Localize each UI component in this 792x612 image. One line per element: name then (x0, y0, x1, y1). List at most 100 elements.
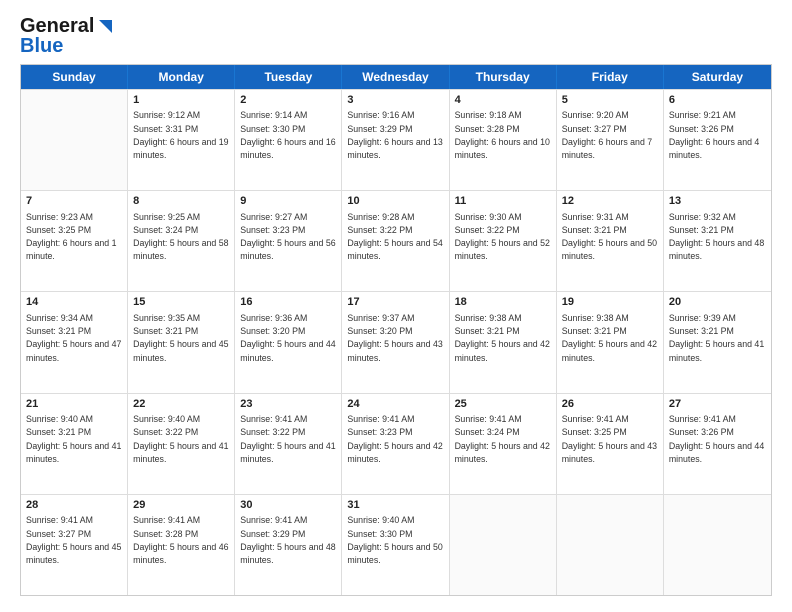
cal-cell: 27 Sunrise: 9:41 AMSunset: 3:26 PMDaylig… (664, 394, 771, 494)
day-number: 21 (26, 397, 122, 412)
cal-cell: 22 Sunrise: 9:40 AMSunset: 3:22 PMDaylig… (128, 394, 235, 494)
day-number: 24 (347, 397, 443, 412)
sunrise-info: Sunrise: 9:38 AMSunset: 3:21 PMDaylight:… (455, 313, 550, 363)
day-number: 29 (133, 498, 229, 513)
cal-cell: 11 Sunrise: 9:30 AMSunset: 3:22 PMDaylig… (450, 191, 557, 291)
day-number: 1 (133, 93, 229, 108)
day-number: 11 (455, 194, 551, 209)
header: General Blue (20, 16, 772, 56)
logo-general-text: General (20, 16, 94, 36)
day-header-friday: Friday (557, 65, 664, 89)
cal-cell: 28 Sunrise: 9:41 AMSunset: 3:27 PMDaylig… (21, 495, 128, 595)
cal-cell: 26 Sunrise: 9:41 AMSunset: 3:25 PMDaylig… (557, 394, 664, 494)
sunrise-info: Sunrise: 9:41 AMSunset: 3:26 PMDaylight:… (669, 414, 764, 464)
sunrise-info: Sunrise: 9:25 AMSunset: 3:24 PMDaylight:… (133, 212, 228, 262)
cal-cell: 16 Sunrise: 9:36 AMSunset: 3:20 PMDaylig… (235, 292, 342, 392)
cal-cell: 14 Sunrise: 9:34 AMSunset: 3:21 PMDaylig… (21, 292, 128, 392)
sunrise-info: Sunrise: 9:20 AMSunset: 3:27 PMDaylight:… (562, 110, 652, 160)
sunrise-info: Sunrise: 9:41 AMSunset: 3:22 PMDaylight:… (240, 414, 335, 464)
day-number: 22 (133, 397, 229, 412)
sunrise-info: Sunrise: 9:28 AMSunset: 3:22 PMDaylight:… (347, 212, 442, 262)
day-number: 13 (669, 194, 766, 209)
cal-cell: 17 Sunrise: 9:37 AMSunset: 3:20 PMDaylig… (342, 292, 449, 392)
day-number: 14 (26, 295, 122, 310)
day-number: 27 (669, 397, 766, 412)
cal-cell (21, 90, 128, 190)
day-number: 16 (240, 295, 336, 310)
cal-cell: 12 Sunrise: 9:31 AMSunset: 3:21 PMDaylig… (557, 191, 664, 291)
sunrise-info: Sunrise: 9:41 AMSunset: 3:27 PMDaylight:… (26, 515, 121, 565)
logo-blue-text: Blue (20, 36, 112, 56)
cal-cell: 3 Sunrise: 9:16 AMSunset: 3:29 PMDayligh… (342, 90, 449, 190)
week-row-3: 14 Sunrise: 9:34 AMSunset: 3:21 PMDaylig… (21, 291, 771, 392)
sunrise-info: Sunrise: 9:18 AMSunset: 3:28 PMDaylight:… (455, 110, 550, 160)
sunrise-info: Sunrise: 9:23 AMSunset: 3:25 PMDaylight:… (26, 212, 116, 262)
calendar-header-row: SundayMondayTuesdayWednesdayThursdayFrid… (21, 65, 771, 89)
day-number: 10 (347, 194, 443, 209)
logo-arrow-icon (96, 20, 112, 33)
day-number: 9 (240, 194, 336, 209)
cal-cell: 10 Sunrise: 9:28 AMSunset: 3:22 PMDaylig… (342, 191, 449, 291)
sunrise-info: Sunrise: 9:32 AMSunset: 3:21 PMDaylight:… (669, 212, 764, 262)
cal-cell: 29 Sunrise: 9:41 AMSunset: 3:28 PMDaylig… (128, 495, 235, 595)
day-number: 25 (455, 397, 551, 412)
sunrise-info: Sunrise: 9:41 AMSunset: 3:29 PMDaylight:… (240, 515, 335, 565)
day-number: 20 (669, 295, 766, 310)
day-number: 18 (455, 295, 551, 310)
sunrise-info: Sunrise: 9:37 AMSunset: 3:20 PMDaylight:… (347, 313, 442, 363)
cal-cell (664, 495, 771, 595)
cal-cell: 5 Sunrise: 9:20 AMSunset: 3:27 PMDayligh… (557, 90, 664, 190)
day-number: 4 (455, 93, 551, 108)
cal-cell: 2 Sunrise: 9:14 AMSunset: 3:30 PMDayligh… (235, 90, 342, 190)
sunrise-info: Sunrise: 9:41 AMSunset: 3:28 PMDaylight:… (133, 515, 228, 565)
sunrise-info: Sunrise: 9:35 AMSunset: 3:21 PMDaylight:… (133, 313, 228, 363)
day-header-monday: Monday (128, 65, 235, 89)
day-number: 2 (240, 93, 336, 108)
cal-cell (450, 495, 557, 595)
day-header-saturday: Saturday (664, 65, 771, 89)
cal-cell: 1 Sunrise: 9:12 AMSunset: 3:31 PMDayligh… (128, 90, 235, 190)
week-row-4: 21 Sunrise: 9:40 AMSunset: 3:21 PMDaylig… (21, 393, 771, 494)
logo: General Blue (20, 16, 112, 56)
day-number: 31 (347, 498, 443, 513)
day-number: 30 (240, 498, 336, 513)
cal-cell: 19 Sunrise: 9:38 AMSunset: 3:21 PMDaylig… (557, 292, 664, 392)
day-header-tuesday: Tuesday (235, 65, 342, 89)
calendar-body: 1 Sunrise: 9:12 AMSunset: 3:31 PMDayligh… (21, 89, 771, 595)
day-number: 12 (562, 194, 658, 209)
cal-cell: 15 Sunrise: 9:35 AMSunset: 3:21 PMDaylig… (128, 292, 235, 392)
sunrise-info: Sunrise: 9:31 AMSunset: 3:21 PMDaylight:… (562, 212, 657, 262)
cal-cell: 24 Sunrise: 9:41 AMSunset: 3:23 PMDaylig… (342, 394, 449, 494)
day-number: 8 (133, 194, 229, 209)
day-header-thursday: Thursday (450, 65, 557, 89)
cal-cell: 4 Sunrise: 9:18 AMSunset: 3:28 PMDayligh… (450, 90, 557, 190)
day-number: 7 (26, 194, 122, 209)
cal-cell: 18 Sunrise: 9:38 AMSunset: 3:21 PMDaylig… (450, 292, 557, 392)
cal-cell: 8 Sunrise: 9:25 AMSunset: 3:24 PMDayligh… (128, 191, 235, 291)
cal-cell: 25 Sunrise: 9:41 AMSunset: 3:24 PMDaylig… (450, 394, 557, 494)
week-row-1: 1 Sunrise: 9:12 AMSunset: 3:31 PMDayligh… (21, 89, 771, 190)
sunrise-info: Sunrise: 9:40 AMSunset: 3:30 PMDaylight:… (347, 515, 442, 565)
day-number: 17 (347, 295, 443, 310)
sunrise-info: Sunrise: 9:30 AMSunset: 3:22 PMDaylight:… (455, 212, 550, 262)
sunrise-info: Sunrise: 9:14 AMSunset: 3:30 PMDaylight:… (240, 110, 335, 160)
cal-cell (557, 495, 664, 595)
sunrise-info: Sunrise: 9:38 AMSunset: 3:21 PMDaylight:… (562, 313, 657, 363)
cal-cell: 7 Sunrise: 9:23 AMSunset: 3:25 PMDayligh… (21, 191, 128, 291)
day-number: 6 (669, 93, 766, 108)
cal-cell: 20 Sunrise: 9:39 AMSunset: 3:21 PMDaylig… (664, 292, 771, 392)
sunrise-info: Sunrise: 9:12 AMSunset: 3:31 PMDaylight:… (133, 110, 228, 160)
cal-cell: 13 Sunrise: 9:32 AMSunset: 3:21 PMDaylig… (664, 191, 771, 291)
sunrise-info: Sunrise: 9:40 AMSunset: 3:22 PMDaylight:… (133, 414, 228, 464)
sunrise-info: Sunrise: 9:27 AMSunset: 3:23 PMDaylight:… (240, 212, 335, 262)
day-number: 19 (562, 295, 658, 310)
day-number: 26 (562, 397, 658, 412)
day-number: 28 (26, 498, 122, 513)
sunrise-info: Sunrise: 9:41 AMSunset: 3:23 PMDaylight:… (347, 414, 442, 464)
cal-cell: 31 Sunrise: 9:40 AMSunset: 3:30 PMDaylig… (342, 495, 449, 595)
sunrise-info: Sunrise: 9:16 AMSunset: 3:29 PMDaylight:… (347, 110, 442, 160)
week-row-5: 28 Sunrise: 9:41 AMSunset: 3:27 PMDaylig… (21, 494, 771, 595)
day-number: 15 (133, 295, 229, 310)
day-number: 23 (240, 397, 336, 412)
page: General Blue SundayMondayTuesdayWednesda… (0, 0, 792, 612)
